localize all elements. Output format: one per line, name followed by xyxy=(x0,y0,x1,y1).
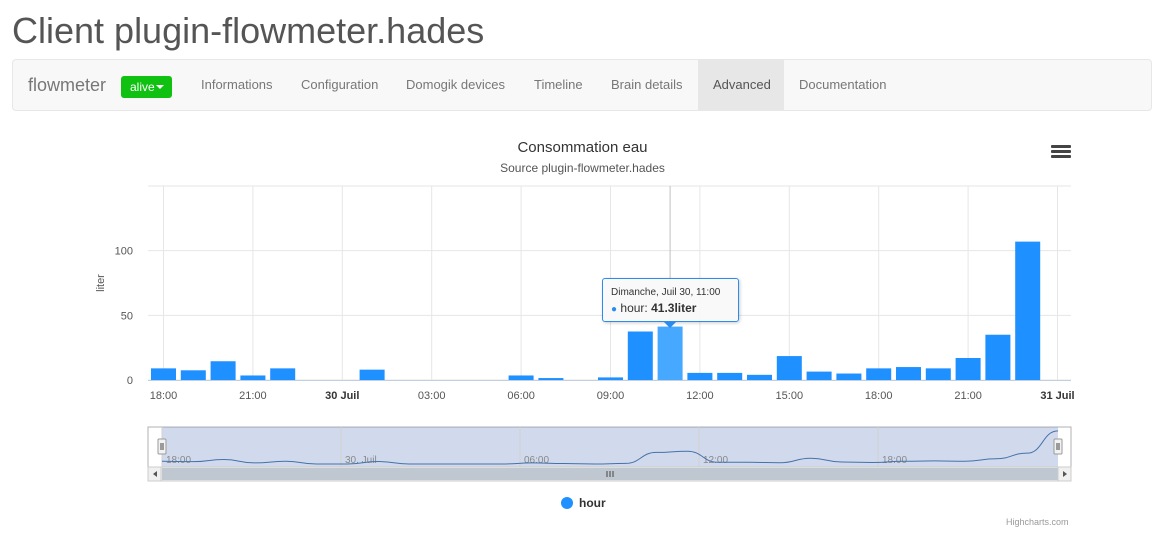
chart-bar[interactable] xyxy=(866,368,892,380)
x-tick-label: 03:00 xyxy=(418,390,446,402)
x-tick-label: 21:00 xyxy=(954,390,982,402)
chart-bar[interactable] xyxy=(210,361,236,380)
chart-bar[interactable] xyxy=(955,358,981,380)
tooltip-series-dot-icon: ● xyxy=(611,304,618,315)
x-tick-label: 18:00 xyxy=(150,390,178,402)
legend-label: hour xyxy=(579,496,606,510)
x-tick-label: 31 Juil xyxy=(1040,390,1074,402)
y-tick-label: 50 xyxy=(121,310,133,322)
chart-bar[interactable] xyxy=(687,372,713,380)
chart-container: Consommation eau Source plugin-flowmeter… xyxy=(0,0,1165,537)
navigator-label: 18:00 xyxy=(166,455,191,466)
chart-bar[interactable] xyxy=(985,334,1011,380)
chart-bar[interactable] xyxy=(598,377,623,380)
navigator-label: 06:00 xyxy=(524,455,549,466)
navigator-label: 18:00 xyxy=(882,455,907,466)
legend-dot-icon xyxy=(561,497,573,509)
chart-bar[interactable] xyxy=(180,370,206,380)
y-tick-label: 100 xyxy=(115,246,133,258)
chart-svg: 18:00 21:00 30 Juil 03:00 06:00 09:00 12:00 15:… xyxy=(95,185,1075,482)
x-tick-label: 12:00 xyxy=(686,390,714,402)
x-tick-label: 21:00 xyxy=(239,390,267,402)
chart-bar[interactable] xyxy=(359,369,385,380)
chart-bar[interactable] xyxy=(776,356,802,380)
chart-bar[interactable] xyxy=(717,372,743,380)
navigator-handle-right[interactable] xyxy=(1053,438,1063,455)
chart-bar[interactable] xyxy=(270,368,296,380)
navigator-handle-left[interactable] xyxy=(157,438,167,455)
tooltip-date: Dimanche, Juil 30, 11:00 xyxy=(611,287,721,298)
x-tick-label: 30 Juil xyxy=(325,390,359,402)
tooltip-pointer-icon xyxy=(664,322,676,328)
x-tick-label: 18:00 xyxy=(865,390,893,402)
tooltip-value: 41.3liter xyxy=(651,301,697,315)
chart-bar[interactable] xyxy=(627,331,653,381)
x-tick-label: 09:00 xyxy=(597,390,625,402)
chart-bar[interactable] xyxy=(896,367,921,380)
chart-bar[interactable] xyxy=(508,375,534,380)
chart-bar[interactable] xyxy=(747,374,772,380)
x-tick-label: 06:00 xyxy=(507,390,535,402)
navigator-label: 12:00 xyxy=(703,455,728,466)
credits-link[interactable]: Highcharts.com xyxy=(1006,517,1069,527)
chart-bar[interactable] xyxy=(836,373,862,380)
y-tick-label: 0 xyxy=(127,375,133,387)
chart-bar[interactable] xyxy=(240,375,266,380)
y-axis-title: liter xyxy=(95,274,107,292)
chart-bar[interactable] xyxy=(657,326,683,380)
chart-tooltip: Dimanche, Juil 30, 11:00 ● hour: 41.3lit… xyxy=(602,278,739,328)
chart-bar[interactable] xyxy=(538,378,564,380)
x-tick-label: 15:00 xyxy=(776,390,804,402)
chart-bar[interactable] xyxy=(151,368,176,380)
chart-bar[interactable] xyxy=(1015,241,1041,380)
tooltip-series-name: hour xyxy=(620,301,645,315)
chart-bar[interactable] xyxy=(806,371,832,380)
chart-bar[interactable] xyxy=(925,368,951,380)
legend-item-hour[interactable]: hour xyxy=(561,496,606,510)
